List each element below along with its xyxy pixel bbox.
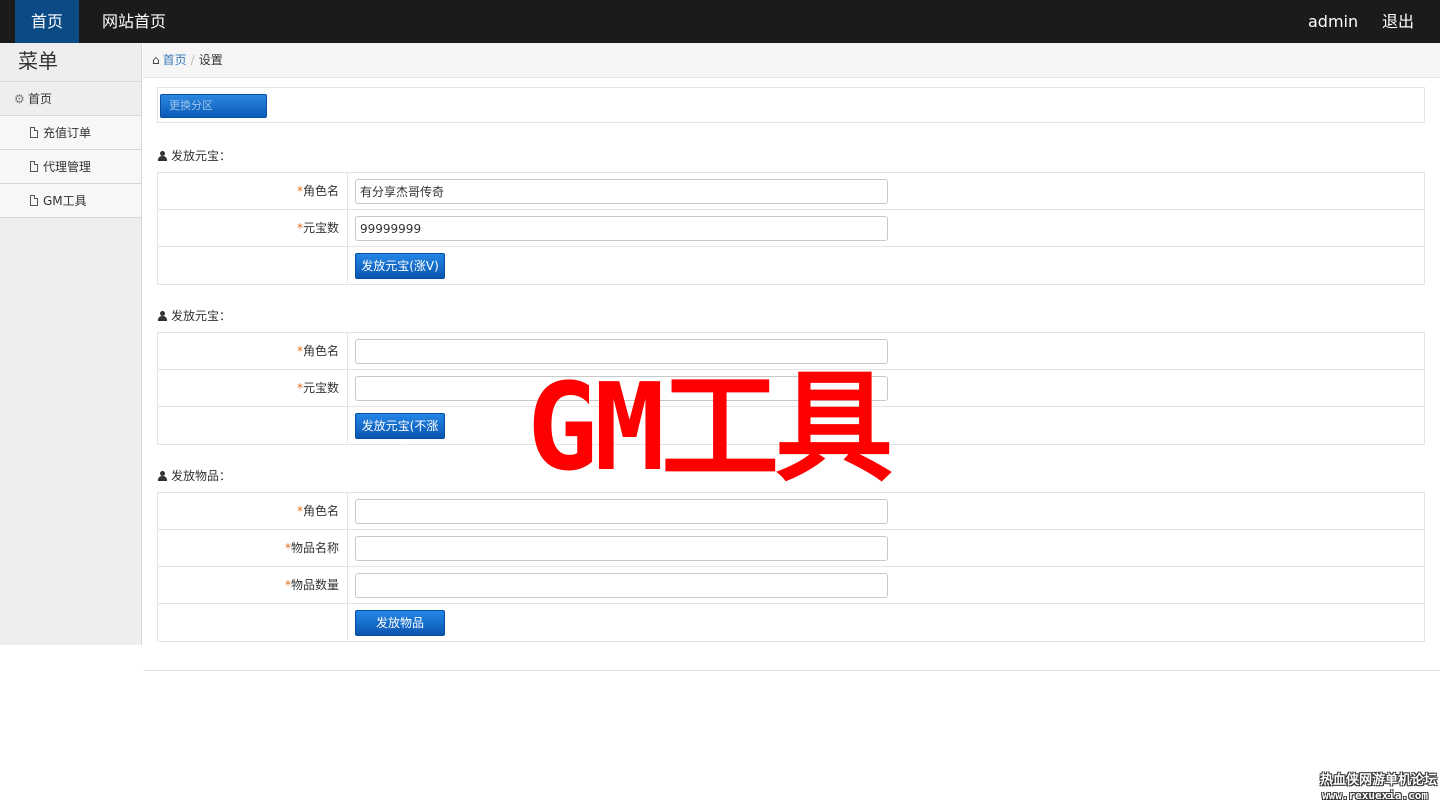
field-label-text: 角色名 bbox=[302, 504, 339, 518]
footer-divider bbox=[143, 670, 1440, 671]
field-label-ingot-count: *元宝数 bbox=[158, 210, 348, 246]
nav-logout-link[interactable]: 退出 bbox=[1382, 0, 1414, 43]
form-row: 发放物品 bbox=[158, 604, 1424, 641]
sidebar: 菜单 ⚙ 首页 充值订单 代理管理 GM工具 bbox=[0, 43, 142, 645]
section-title-text: 发放元宝： bbox=[171, 149, 232, 163]
field-label-role-name: *角色名 bbox=[158, 173, 348, 209]
field-label-text: 角色名 bbox=[302, 344, 339, 358]
issue-ingot-v-button[interactable]: 发放元宝(涨V) bbox=[355, 253, 445, 279]
form-ingot-v: *角色名 *元宝数 发放元宝(涨V) bbox=[157, 172, 1425, 285]
section-title-items: 发放物品： bbox=[158, 467, 231, 484]
breadcrumb-current: 设置 bbox=[198, 53, 223, 67]
top-navbar: 首页 网站首页 admin 退出 bbox=[0, 0, 1440, 43]
sidebar-title: 菜单 bbox=[0, 43, 141, 82]
item-quantity-input[interactable] bbox=[355, 573, 888, 598]
button-label-cell bbox=[158, 604, 348, 640]
field-label-text: 物品数量 bbox=[290, 578, 339, 592]
form-row: 发放元宝(涨V) bbox=[158, 247, 1424, 284]
sidebar-item-gm-tools[interactable]: GM工具 bbox=[0, 184, 141, 218]
button-label-cell bbox=[158, 247, 348, 283]
form-row: *物品数量 bbox=[158, 567, 1424, 604]
breadcrumb: ⌂ 首页 / 设置 bbox=[143, 43, 1440, 78]
user-icon bbox=[158, 151, 168, 161]
file-icon bbox=[30, 127, 38, 138]
home-icon: ⌂ bbox=[152, 53, 160, 67]
field-label-text: 角色名 bbox=[302, 184, 339, 198]
sidebar-item-label: GM工具 bbox=[43, 194, 87, 208]
field-label-item-name: *物品名称 bbox=[158, 530, 348, 566]
form-row: *物品名称 bbox=[158, 530, 1424, 567]
field-label-text: 元宝数 bbox=[302, 381, 339, 395]
form-row: *元宝数 bbox=[158, 210, 1424, 247]
breadcrumb-separator: / bbox=[190, 53, 195, 67]
switch-server-panel: 更换分区 bbox=[157, 87, 1425, 123]
issue-items-button[interactable]: 发放物品 bbox=[355, 610, 445, 636]
item-name-input[interactable] bbox=[355, 536, 888, 561]
sidebar-group-home[interactable]: ⚙ 首页 bbox=[0, 82, 141, 116]
overlay-caption: GM工具 bbox=[527, 356, 893, 498]
field-label-text: 物品名称 bbox=[290, 541, 339, 555]
field-label-ingot-count: *元宝数 bbox=[158, 370, 348, 406]
section-title-text: 发放物品： bbox=[171, 469, 232, 483]
file-icon bbox=[30, 195, 38, 206]
sidebar-item-recharge-orders[interactable]: 充值订单 bbox=[0, 116, 141, 150]
breadcrumb-home-link[interactable]: 首页 bbox=[163, 53, 187, 67]
sidebar-item-agent-management[interactable]: 代理管理 bbox=[0, 150, 141, 184]
gear-icon: ⚙ bbox=[14, 92, 25, 106]
nav-home-link[interactable]: 首页 bbox=[15, 0, 79, 43]
field-label-role-name: *角色名 bbox=[158, 493, 348, 529]
form-items: *角色名 *物品名称 *物品数量 发放物品 bbox=[157, 492, 1425, 642]
ingot-count-input[interactable] bbox=[355, 216, 888, 241]
role-name-input[interactable] bbox=[355, 499, 888, 524]
button-label-cell bbox=[158, 407, 348, 443]
nav-user-link[interactable]: admin bbox=[1308, 0, 1358, 43]
file-icon bbox=[30, 161, 38, 172]
form-row: *角色名 bbox=[158, 173, 1424, 210]
form-row: *角色名 bbox=[158, 493, 1424, 530]
field-label-role-name: *角色名 bbox=[158, 333, 348, 369]
user-icon bbox=[158, 471, 168, 481]
field-label-text: 元宝数 bbox=[302, 221, 339, 235]
user-icon bbox=[158, 311, 168, 321]
section-title-ingot-v: 发放元宝： bbox=[158, 147, 231, 164]
field-label-item-quantity: *物品数量 bbox=[158, 567, 348, 603]
sidebar-item-label: 充值订单 bbox=[43, 126, 92, 140]
sidebar-group-label: 首页 bbox=[28, 92, 53, 106]
role-name-input[interactable] bbox=[355, 179, 888, 204]
forum-watermark-url: www.rexuexia.com bbox=[1322, 789, 1428, 802]
section-title-text: 发放元宝： bbox=[171, 309, 232, 323]
forum-watermark: 热血侠网游单机论坛 bbox=[1320, 773, 1438, 788]
sidebar-item-label: 代理管理 bbox=[43, 160, 92, 174]
issue-ingot-no-v-button[interactable]: 发放元宝(不涨V) bbox=[355, 413, 445, 457]
switch-server-button[interactable]: 更换分区 bbox=[160, 94, 267, 118]
nav-site-home-link[interactable]: 网站首页 bbox=[102, 0, 166, 43]
section-title-ingot-no-v: 发放元宝： bbox=[158, 307, 231, 324]
